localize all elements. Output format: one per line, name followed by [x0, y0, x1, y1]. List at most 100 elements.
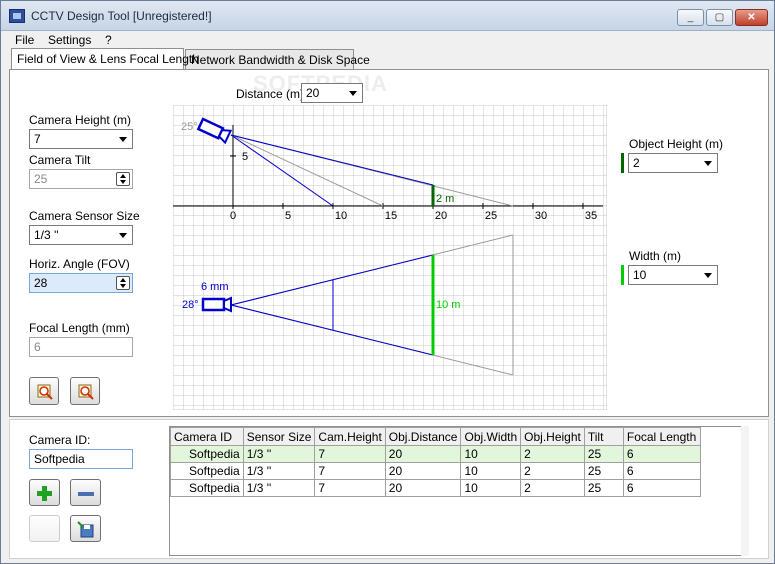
maximize-button[interactable]: ▢ — [706, 9, 733, 26]
chevron-down-icon — [119, 233, 127, 238]
spin-updown-icon[interactable] — [116, 172, 130, 186]
x-tick-25: 25 — [485, 210, 497, 222]
distance-value: 20 — [306, 86, 320, 100]
tab-field-of-view[interactable]: Field of View & Lens Focal Length — [11, 48, 199, 69]
minus-icon — [78, 492, 94, 496]
side-angle-label: 25° — [181, 121, 198, 133]
table-row[interactable]: Softpedia 1/3 '' 7 20 10 2 25 6 — [170, 445, 701, 463]
cell-camera-id[interactable]: Softpedia — [170, 462, 244, 480]
menu-help[interactable]: ? — [105, 33, 112, 47]
y-tick-5: 5 — [242, 151, 248, 163]
cell-obj-distance[interactable]: 20 — [384, 445, 462, 463]
plus-icon — [37, 486, 52, 501]
object-height-color-bar — [621, 153, 624, 173]
col-cam-height[interactable]: Cam.Height — [314, 427, 386, 446]
menu-settings[interactable]: Settings — [48, 33, 91, 47]
horiz-angle-stepper[interactable]: 28 — [29, 273, 133, 293]
focal-length-label: Focal Length (mm) — [29, 321, 130, 335]
cell-cam-height[interactable]: 7 — [314, 462, 386, 480]
cell-cam-height[interactable]: 7 — [314, 479, 386, 497]
camera-id-value: Softpedia — [34, 452, 85, 466]
col-sensor-size[interactable]: Sensor Size — [242, 427, 316, 446]
camera-tilt-label: Camera Tilt — [29, 153, 91, 167]
save-button[interactable] — [70, 515, 101, 542]
minimize-button[interactable]: _ — [677, 9, 704, 26]
cell-obj-width[interactable]: 10 — [460, 445, 522, 463]
chevron-down-icon — [119, 137, 127, 142]
spin-updown-icon[interactable] — [116, 276, 130, 290]
camera-tilt-value: 25 — [34, 172, 48, 186]
focal-length-value: 6 — [34, 340, 41, 354]
focal-length-field[interactable]: 6 — [29, 337, 133, 357]
horiz-angle-value: 28 — [34, 276, 48, 290]
disabled-button[interactable] — [29, 515, 60, 542]
cell-sensor-size[interactable]: 1/3 '' — [242, 462, 316, 480]
camera-tilt-stepper[interactable]: 25 — [29, 169, 133, 189]
table-scrollbar[interactable] — [741, 426, 749, 556]
cell-obj-distance[interactable]: 20 — [384, 479, 462, 497]
col-obj-width[interactable]: Obj.Width — [460, 427, 522, 446]
sensor-size-select[interactable]: 1/3 '' — [29, 225, 133, 245]
cell-tilt[interactable]: 25 — [583, 479, 624, 497]
table-row[interactable]: Softpedia 1/3 '' 7 20 10 2 25 6 — [170, 462, 701, 480]
cell-focal-length[interactable]: 6 — [622, 462, 701, 480]
col-tilt[interactable]: Tilt — [583, 427, 624, 446]
camera-id-input[interactable]: Softpedia — [29, 449, 133, 469]
camera-top-icon — [201, 296, 232, 313]
zoom-in-icon — [37, 384, 53, 400]
col-camera-id[interactable]: Camera ID — [170, 427, 244, 446]
cell-obj-width[interactable]: 10 — [460, 479, 522, 497]
cell-obj-height[interactable]: 2 — [520, 445, 585, 463]
sensor-size-label: Camera Sensor Size — [29, 209, 140, 223]
close-button[interactable]: ✕ — [735, 9, 768, 26]
menu-file[interactable]: File — [15, 33, 34, 47]
cell-cam-height[interactable]: 7 — [314, 445, 386, 463]
cell-obj-height[interactable]: 2 — [520, 462, 585, 480]
app-icon — [9, 9, 25, 23]
cell-camera-id[interactable]: Softpedia — [170, 445, 244, 463]
col-focal-length[interactable]: Focal Length — [622, 427, 701, 446]
table-row[interactable]: Softpedia 1/3 '' 7 20 10 2 25 6 — [170, 479, 701, 497]
camera-height-label: Camera Height (m) — [29, 113, 132, 127]
cell-tilt[interactable]: 25 — [583, 462, 624, 480]
distance-select[interactable]: 20 — [301, 83, 363, 103]
cell-camera-id[interactable]: Softpedia — [170, 479, 244, 497]
camera-height-select[interactable]: 7 — [29, 129, 133, 149]
col-obj-height[interactable]: Obj.Height — [520, 427, 585, 446]
chevron-down-icon — [704, 161, 712, 166]
top-focal-label: 6 mm — [201, 281, 229, 293]
zoom-in-button[interactable] — [29, 377, 59, 405]
x-tick-35: 35 — [585, 210, 597, 222]
cell-tilt[interactable]: 25 — [583, 445, 624, 463]
cell-focal-length[interactable]: 6 — [622, 445, 701, 463]
camera-height-value: 7 — [34, 132, 41, 146]
zoom-out-button[interactable] — [70, 377, 100, 405]
width-value: 10 — [633, 268, 647, 282]
col-obj-distance[interactable]: Obj.Distance — [384, 427, 462, 446]
cell-sensor-size[interactable]: 1/3 '' — [242, 445, 316, 463]
cell-obj-distance[interactable]: 20 — [384, 462, 462, 480]
distance-label: Distance (m) — [236, 87, 305, 101]
cell-focal-length[interactable]: 6 — [622, 479, 701, 497]
fov-diagram: 0 5 10 15 20 25 30 35 5 2 m 25° 10 m 6 m… — [173, 105, 607, 410]
camera-id-label: Camera ID: — [29, 433, 91, 447]
app-window: CCTV Design Tool [Unregistered!] _ ▢ ✕ F… — [0, 0, 775, 564]
menu-bar: File Settings ? — [1, 31, 774, 49]
camera-table: Camera ID Sensor Size Cam.Height Obj.Dis… — [169, 426, 749, 556]
tab-network-bandwidth[interactable]: Network Bandwidth & Disk Space — [185, 49, 370, 69]
x-tick-30: 30 — [535, 210, 547, 222]
cell-obj-height[interactable]: 2 — [520, 479, 585, 497]
width-select[interactable]: 10 — [628, 265, 718, 285]
x-tick-0: 0 — [230, 210, 236, 222]
horiz-angle-label: Horiz. Angle (FOV) — [29, 257, 130, 271]
object-height-select[interactable]: 2 — [628, 153, 718, 173]
x-tick-15: 15 — [385, 210, 397, 222]
add-camera-button[interactable] — [29, 479, 60, 506]
width-color-bar — [621, 265, 624, 285]
window-title: CCTV Design Tool [Unregistered!] — [31, 9, 212, 23]
object-height-value: 2 — [633, 156, 640, 170]
sensor-size-value: 1/3 '' — [34, 228, 59, 242]
remove-camera-button[interactable] — [70, 479, 101, 506]
cell-sensor-size[interactable]: 1/3 '' — [242, 479, 316, 497]
cell-obj-width[interactable]: 10 — [460, 462, 522, 480]
